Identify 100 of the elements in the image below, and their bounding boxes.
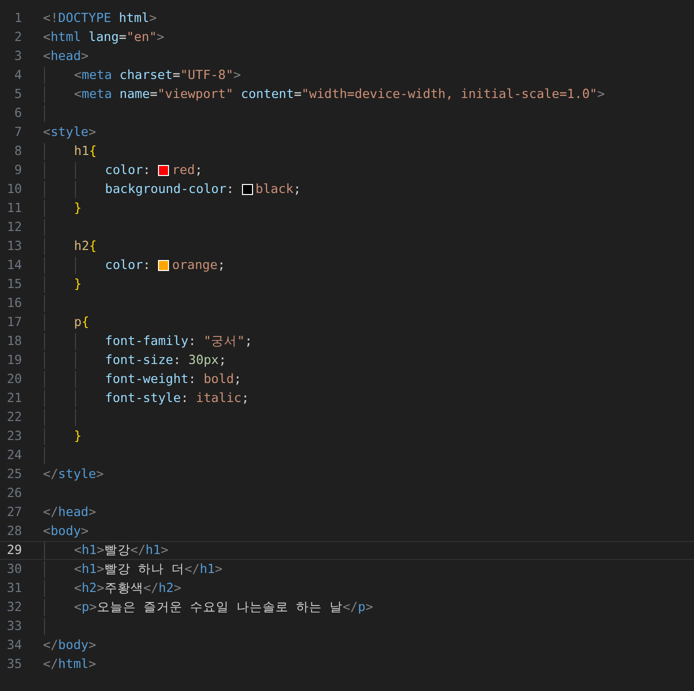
code-token: meta [82, 66, 112, 84]
code-token: { [82, 313, 90, 332]
code-token: head [50, 47, 81, 66]
code-token: font-style [105, 389, 181, 408]
code-token: 주황색 [104, 579, 144, 598]
line-number: 6 [13, 104, 22, 122]
line-number: 20 [6, 370, 22, 388]
code-token: </ [43, 636, 58, 654]
line-number: 19 [6, 351, 22, 370]
line-number: 17 [6, 313, 22, 332]
code-token: > [80, 47, 89, 66]
code-token: html [58, 655, 89, 674]
code-token: ; [218, 351, 226, 370]
code-token: = [150, 85, 158, 104]
line-number: 26 [6, 484, 22, 502]
code-token: { [89, 237, 97, 256]
line-number: 31 [6, 579, 22, 598]
code-token: <! [43, 9, 58, 28]
color-swatch-icon[interactable] [242, 184, 252, 195]
code-token: } [74, 199, 82, 218]
line-number: 16 [6, 294, 22, 312]
code-token: h1 [82, 560, 97, 578]
line-number: 24 [6, 446, 22, 464]
code-token: : [142, 161, 152, 180]
code-token: html [50, 28, 81, 46]
code-token: ; [293, 180, 302, 198]
code-token: background-color [105, 180, 226, 198]
code-token: </ [43, 465, 58, 484]
code-token: > [156, 28, 164, 46]
code-token: "UTF-8" [180, 66, 234, 84]
code-token: ; [244, 332, 252, 350]
line-number: 14 [6, 256, 22, 274]
code-token: < [74, 579, 82, 598]
code-token: > [96, 560, 104, 578]
code-token: black [256, 180, 294, 198]
line-number: 3 [13, 47, 22, 66]
code-token: 빨강 하나 더 [104, 560, 185, 578]
code-token: h2 [74, 237, 90, 256]
code-token: > [96, 541, 104, 560]
code-token: 오늘은 즐거운 수요일 나는솔로 하는 날 [96, 598, 343, 616]
line-number: 11 [6, 199, 22, 218]
code-token: > [149, 9, 157, 28]
code-token: > [174, 579, 182, 598]
line-number: 25 [6, 465, 22, 484]
code-token: "궁서" [204, 332, 245, 350]
code-token: > [88, 655, 96, 674]
code-token: > [80, 522, 89, 540]
line-number: 33 [6, 617, 22, 636]
code-token: body [58, 636, 89, 654]
line-number: 30 [6, 560, 22, 578]
code-token: h1 [74, 142, 90, 160]
code-token: font-family [105, 332, 188, 350]
line-number: 4 [13, 66, 22, 84]
code-token: ; [234, 370, 242, 388]
line-number: 2 [13, 28, 22, 46]
line-number: 1 [13, 9, 22, 28]
code-token: > [96, 465, 104, 484]
code-token: italic [196, 389, 242, 408]
code-token: red [172, 161, 195, 180]
code-token: > [88, 123, 96, 142]
code-token: > [365, 598, 374, 616]
code-token: h1 [82, 541, 97, 560]
code-token: lang [88, 28, 119, 46]
code-token: > [88, 503, 96, 522]
code-token: > [160, 541, 168, 560]
code-token: : [188, 370, 197, 388]
code-token: h1 [200, 560, 215, 578]
line-number: 12 [6, 218, 22, 236]
code-token: > [214, 560, 222, 578]
line-number: 13 [6, 237, 22, 256]
color-swatch-icon[interactable] [158, 260, 170, 271]
code-token: h1 [146, 541, 161, 560]
code-token: } [74, 275, 82, 294]
code-token: ; [242, 389, 250, 408]
code-token: > [88, 636, 96, 654]
code-token: < [74, 560, 82, 578]
code-token: p [74, 313, 82, 332]
code-token: body [50, 522, 81, 540]
code-token: > [96, 579, 104, 598]
code-token: < [74, 66, 82, 84]
code-token: </ [342, 598, 358, 616]
code-token: name [118, 85, 150, 104]
line-number: 7 [13, 123, 22, 142]
line-number: 29 [6, 541, 22, 560]
code-token: { [89, 142, 97, 160]
code-token: 30px [188, 351, 219, 370]
line-number: 10 [6, 180, 22, 198]
code-token: h2 [158, 579, 174, 598]
line-number: 22 [6, 408, 22, 426]
line-number: 18 [6, 332, 22, 350]
code-token: > [597, 85, 605, 104]
code-token: head [58, 503, 89, 522]
code-token: orange [172, 256, 218, 274]
code-token: : [173, 351, 182, 370]
code-token: = [294, 85, 302, 104]
code-token: h2 [82, 579, 97, 598]
code-token: style [50, 123, 89, 142]
code-token: 빨강 [104, 541, 130, 560]
code-token: p [358, 598, 366, 616]
color-swatch-icon[interactable] [158, 165, 170, 176]
